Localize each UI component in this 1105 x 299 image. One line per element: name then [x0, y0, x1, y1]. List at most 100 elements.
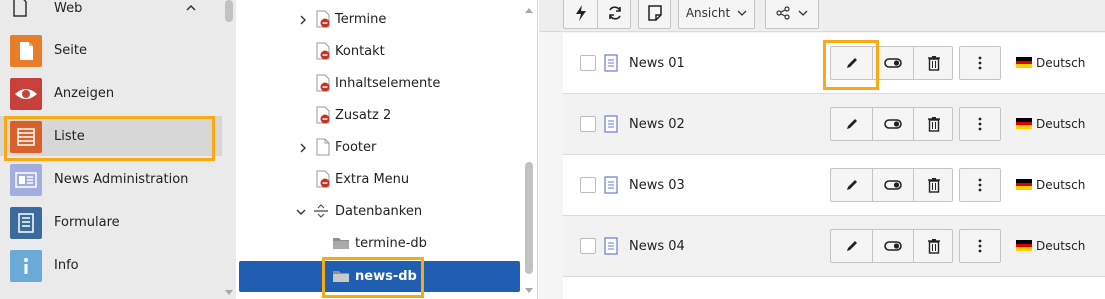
share-dropdown[interactable]	[765, 0, 819, 29]
row-checkbox[interactable]	[580, 238, 596, 254]
tree-node-label: Termine	[335, 12, 387, 27]
page-restricted-icon	[316, 42, 330, 60]
record-actions	[830, 168, 953, 202]
language-label: Deutsch	[1036, 239, 1086, 253]
table-row[interactable]: News 01 Deutsch	[563, 33, 1105, 94]
record-title[interactable]: News 04	[629, 216, 685, 277]
refresh-icon[interactable]	[597, 0, 631, 28]
lightning-icon[interactable]	[564, 0, 597, 28]
german-flag-icon	[1016, 240, 1032, 251]
more-options-icon[interactable]	[959, 107, 1001, 141]
separator-icon	[314, 204, 328, 218]
share-icon	[776, 6, 790, 20]
scroll-down-arrow-icon[interactable]	[225, 290, 233, 295]
table-row[interactable]: News 02 Deutsch	[563, 94, 1105, 155]
table-row	[563, 277, 1105, 299]
german-flag-icon	[1016, 118, 1032, 129]
scroll-up-arrow-icon[interactable]	[525, 8, 533, 13]
trash-icon[interactable]	[913, 169, 954, 201]
toolbar-button-group	[563, 0, 631, 29]
chevron-down-icon[interactable]	[296, 207, 306, 217]
toggle-icon[interactable]	[872, 108, 913, 140]
view-dropdown[interactable]: Ansicht	[678, 0, 755, 29]
module-item-label: Info	[54, 258, 79, 273]
news-record-icon	[604, 237, 618, 255]
more-options-icon[interactable]	[959, 46, 1001, 80]
page-restricted-icon	[316, 10, 330, 28]
page-tree: Termine Kontakt Inhaltselemente Zusatz 2…	[236, 0, 538, 299]
tree-node-news-db[interactable]: news-db	[239, 261, 520, 292]
scroll-down-arrow-icon[interactable]	[525, 288, 533, 293]
tree-node-kontakt[interactable]: Kontakt	[236, 36, 526, 66]
record-title[interactable]: News 03	[629, 155, 685, 216]
scrollbar-thumb[interactable]	[225, 0, 233, 22]
more-options-icon[interactable]	[959, 168, 1001, 202]
table-row[interactable]: News 03 Deutsch	[563, 155, 1105, 216]
record-actions	[830, 46, 953, 80]
scrollbar-thumb[interactable]	[525, 162, 533, 274]
row-checkbox[interactable]	[580, 116, 596, 132]
record-language: Deutsch	[1016, 216, 1085, 277]
page-restricted-icon	[316, 170, 330, 188]
tree-node-label: Kontakt	[335, 44, 385, 59]
row-checkbox[interactable]	[580, 177, 596, 193]
trash-icon[interactable]	[913, 230, 954, 262]
toggle-icon[interactable]	[872, 169, 913, 201]
file-icon	[13, 0, 27, 17]
trash-icon[interactable]	[913, 47, 954, 79]
module-item-liste[interactable]: Liste	[0, 116, 222, 156]
pencil-icon[interactable]	[831, 47, 872, 79]
module-menu-scrollbar[interactable]	[222, 0, 236, 299]
row-checkbox[interactable]	[580, 55, 596, 71]
table-row[interactable]: News 04 Deutsch	[563, 216, 1105, 277]
folder-icon	[333, 271, 349, 282]
tree-node-label: Inhaltselemente	[335, 76, 441, 91]
page-icon	[10, 35, 42, 67]
pencil-icon[interactable]	[831, 169, 872, 201]
record-language: Deutsch	[1016, 94, 1085, 155]
folder-icon	[333, 238, 349, 249]
module-item-info[interactable]: Info	[0, 245, 222, 285]
module-item-seite[interactable]: Seite	[0, 30, 222, 70]
tree-node-label: news-db	[355, 269, 417, 284]
pencil-icon[interactable]	[831, 108, 872, 140]
eye-icon	[10, 78, 42, 110]
chevron-right-icon[interactable]	[298, 143, 308, 153]
news-record-icon	[604, 115, 618, 133]
note-icon[interactable]	[638, 0, 671, 29]
module-item-news-administration[interactable]: News Administration	[0, 159, 222, 199]
module-group-web[interactable]: Web	[0, 0, 222, 22]
language-label: Deutsch	[1036, 56, 1086, 70]
tree-node-label: Footer	[335, 140, 377, 155]
tree-node-termine[interactable]: Termine	[236, 4, 526, 34]
module-item-formulare[interactable]: Formulare	[0, 202, 222, 242]
german-flag-icon	[1016, 179, 1032, 190]
doc-header: Ansicht	[539, 0, 1105, 32]
module-item-label: Liste	[54, 129, 85, 144]
tree-node-footer[interactable]: Footer	[236, 132, 526, 162]
chevron-right-icon[interactable]	[298, 15, 308, 25]
chevron-down-icon	[737, 10, 747, 16]
tree-node-datenbanken[interactable]: Datenbanken	[236, 196, 526, 226]
list-icon	[10, 121, 42, 153]
pencil-icon[interactable]	[831, 230, 872, 262]
tree-node-inhaltselemente[interactable]: Inhaltselemente	[236, 68, 526, 98]
german-flag-icon	[1016, 57, 1032, 68]
module-menu: Web Seite Anzeigen Liste News Administra…	[0, 0, 236, 299]
page-icon	[316, 138, 330, 156]
more-options-icon[interactable]	[959, 229, 1001, 263]
record-title[interactable]: News 02	[629, 94, 685, 155]
module-item-anzeigen[interactable]: Anzeigen	[0, 73, 222, 113]
chevron-up-icon[interactable]	[185, 3, 197, 13]
module-item-label: News Administration	[54, 172, 189, 187]
toggle-icon[interactable]	[872, 230, 913, 262]
page-tree-scrollbar[interactable]	[522, 0, 536, 299]
toggle-icon[interactable]	[872, 47, 913, 79]
news-record-icon	[604, 176, 618, 194]
tree-node-zusatz-2[interactable]: Zusatz 2	[236, 100, 526, 130]
tree-node-termine-db[interactable]: termine-db	[236, 228, 526, 258]
trash-icon[interactable]	[913, 108, 954, 140]
info-icon	[10, 250, 42, 282]
tree-node-extra-menu[interactable]: Extra Menu	[236, 164, 526, 194]
record-title[interactable]: News 01	[629, 33, 685, 94]
